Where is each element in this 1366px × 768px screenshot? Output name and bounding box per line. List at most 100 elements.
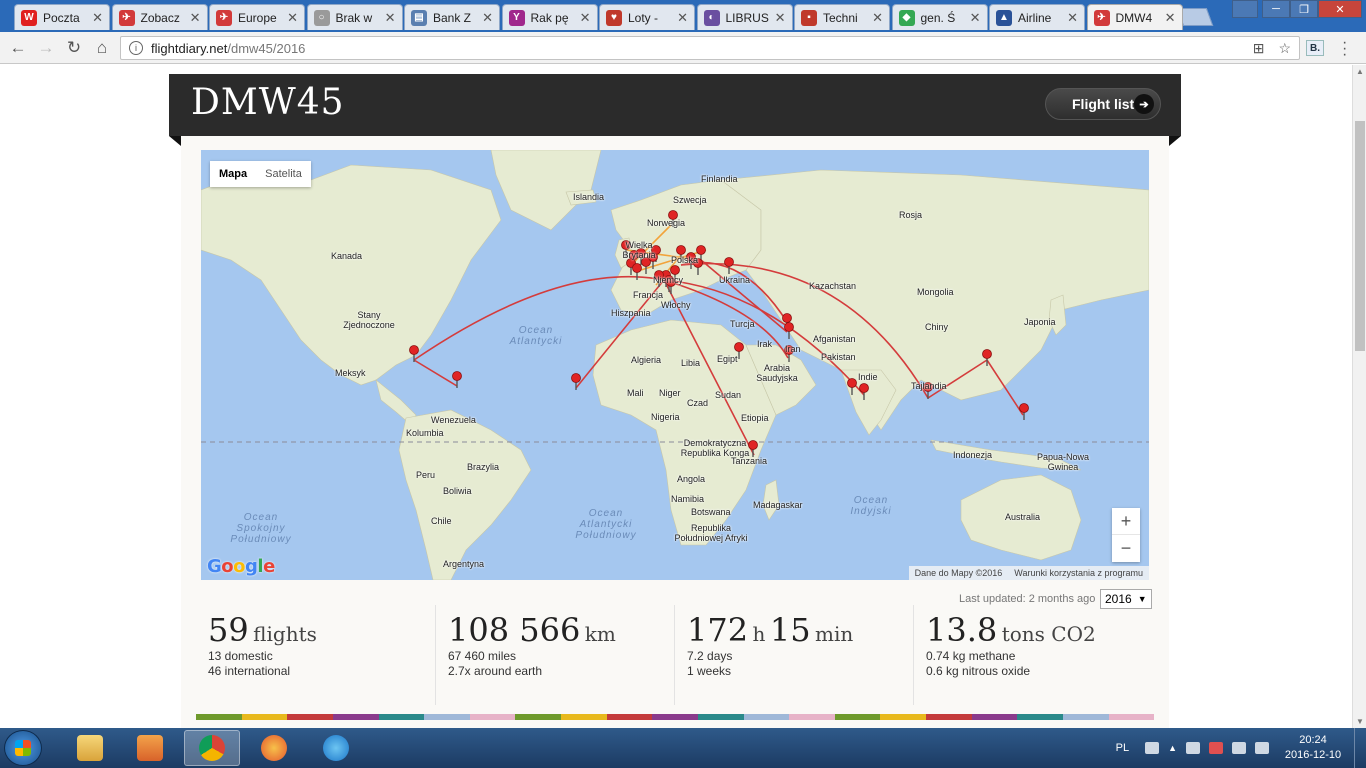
chrome-icon <box>199 735 225 761</box>
tab-title: Airline <box>1018 10 1052 25</box>
browser-tab[interactable]: W Poczta ✕ <box>14 4 110 30</box>
forward-icon[interactable]: → <box>36 38 56 58</box>
tab-close-icon[interactable]: ✕ <box>287 10 298 26</box>
taskbar-ie[interactable] <box>308 730 364 766</box>
scrollbar-thumb[interactable] <box>1355 121 1365 351</box>
browser-menu-icon[interactable]: · · · <box>1342 35 1347 63</box>
tab-close-icon[interactable]: ✕ <box>190 10 201 26</box>
back-icon[interactable]: ← <box>8 38 28 58</box>
maximize-button[interactable]: ❐ <box>1290 0 1318 18</box>
browser-tab[interactable]: ◐ LIBRUS ✕ <box>696 4 793 30</box>
user-profile-icon[interactable] <box>1232 0 1258 18</box>
tab-close-icon[interactable]: ✕ <box>482 10 493 26</box>
browser-tab[interactable]: ♥ Loty - ✕ <box>599 4 695 30</box>
tab-title: DMW4 <box>1115 10 1153 25</box>
show-desktop-button[interactable] <box>1354 728 1366 768</box>
zoom-in-button[interactable]: + <box>1112 508 1140 535</box>
map-label: Hiszpania <box>611 308 651 318</box>
taskbar-firefox[interactable] <box>246 730 302 766</box>
distance-unit: km <box>584 622 616 646</box>
tab-close-icon[interactable]: ✕ <box>1067 10 1078 26</box>
battery-icon[interactable] <box>1232 742 1246 754</box>
browser-tab[interactable]: ○ Brak w ✕ <box>306 4 403 30</box>
firefox-icon <box>261 735 287 761</box>
map-label: Boliwia <box>443 486 472 496</box>
map-label: Japonia <box>1024 317 1056 327</box>
reload-icon[interactable]: ↻ <box>64 38 84 58</box>
tab-close-icon[interactable]: ✕ <box>677 10 688 26</box>
tab-close-icon[interactable]: ✕ <box>1165 10 1176 26</box>
hours-unit: h <box>752 622 766 646</box>
browser-tab[interactable]: ✈ DMW4 ✕ <box>1086 4 1183 30</box>
map-label: Meksyk <box>335 368 366 378</box>
map-label: Czad <box>687 398 709 408</box>
tab-title: LIBRUS <box>725 10 769 25</box>
map-type-satellite[interactable]: Satelita <box>256 161 311 187</box>
browser-tab[interactable]: ✈ Europe ✕ <box>209 4 305 30</box>
network-icon[interactable] <box>1209 742 1223 754</box>
browser-tab[interactable]: ▤ Bank Z ✕ <box>404 4 500 30</box>
co2-value: 13.8 <box>926 611 998 649</box>
map-label: Islandia <box>573 192 605 202</box>
browser-tab[interactable]: Y Rak pę ✕ <box>501 4 598 30</box>
color-stripe-segment <box>834 714 881 720</box>
tab-close-icon[interactable]: ✕ <box>970 10 981 26</box>
browser-tab[interactable]: ▪ Techni ✕ <box>794 4 890 30</box>
map-label: Turcja <box>730 319 755 329</box>
flight-map[interactable]: Islandia Finlandia Szwecja Norwegia Rosja Wie… <box>201 150 1149 580</box>
browser-tab[interactable]: ◆ gen. Ś ✕ <box>891 4 988 30</box>
tab-close-icon[interactable]: ✕ <box>92 10 103 26</box>
stat-time: 172 h 15 min 7.2 days 1 weeks <box>674 605 910 705</box>
keyboard-icon[interactable] <box>1145 742 1160 754</box>
action-center-flag-icon[interactable] <box>1186 742 1200 754</box>
start-button[interactable] <box>4 730 42 766</box>
tab-close-icon[interactable]: ✕ <box>775 10 786 26</box>
close-window-button[interactable]: ✕ <box>1318 0 1362 18</box>
color-stripe-segment <box>515 714 561 720</box>
zoom-control: + − <box>1112 508 1140 562</box>
page-scrollbar[interactable]: ▲ ▼ <box>1352 65 1366 728</box>
tray-expand-icon[interactable]: ▲ <box>1168 743 1177 753</box>
stat-distance: 108 566 km 67 460 miles 2.7x around eart… <box>435 605 671 705</box>
zoom-out-button[interactable]: − <box>1112 535 1140 562</box>
bookmark-star-icon[interactable]: ☆ <box>1278 40 1291 57</box>
flight-list-button[interactable]: Flight list ➔ <box>1045 88 1161 120</box>
browser-tab[interactable]: ✈ Zobacz ✕ <box>111 4 208 30</box>
tab-close-icon[interactable]: ✕ <box>385 10 396 26</box>
methane-value: 0.74 kg methane <box>926 649 1016 663</box>
tab-close-icon[interactable]: ✕ <box>580 10 591 26</box>
site-info-icon[interactable]: i <box>129 41 143 55</box>
home-icon[interactable]: ⌂ <box>92 38 112 58</box>
tab-favicon-icon: ✈ <box>118 9 135 26</box>
map-label: Peru <box>416 470 436 480</box>
ocean-label: Ocean Atlantycki <box>509 325 563 347</box>
color-stripe-segment <box>378 714 425 720</box>
map-label: Wielka Brytania <box>622 240 656 260</box>
last-updated-text: Last updated: 2 months ago <box>959 593 1096 605</box>
flights-count: 59 <box>208 611 249 649</box>
map-type-map[interactable]: Mapa <box>210 161 256 187</box>
color-stripe-segment <box>561 714 607 720</box>
translate-icon[interactable]: ⊞ <box>1253 40 1265 57</box>
airport-pin <box>571 373 581 390</box>
map-terms-link[interactable]: Warunki korzystania z programu <box>1014 568 1143 578</box>
address-bar[interactable]: i flightdiary.net/dmw45/2016 ⊞ ☆ <box>120 36 1300 60</box>
taskbar-media-player[interactable] <box>122 730 178 766</box>
tab-close-icon[interactable]: ✕ <box>872 10 883 26</box>
tab-favicon-icon: ▤ <box>411 9 427 26</box>
taskbar-explorer[interactable] <box>62 730 118 766</box>
window-controls: ─ ❐ ✕ <box>1232 0 1362 18</box>
color-stripe-segment <box>469 714 516 720</box>
map-data-credit[interactable]: Dane do Mapy ©2016 <box>915 568 1003 578</box>
map-label: Mongolia <box>917 287 954 297</box>
scroll-down-icon[interactable]: ▼ <box>1356 717 1364 726</box>
language-indicator[interactable]: PL <box>1116 742 1129 754</box>
browser-tab[interactable]: ▲ Airline ✕ <box>989 4 1085 30</box>
volume-icon[interactable] <box>1255 742 1269 754</box>
taskbar-chrome[interactable] <box>184 730 240 766</box>
extension-button[interactable]: B. <box>1306 40 1324 56</box>
minimize-button[interactable]: ─ <box>1262 0 1290 18</box>
scroll-up-icon[interactable]: ▲ <box>1356 67 1364 76</box>
clock[interactable]: 20:24 2016-12-10 <box>1278 733 1348 763</box>
color-stripe-segment <box>424 714 470 720</box>
